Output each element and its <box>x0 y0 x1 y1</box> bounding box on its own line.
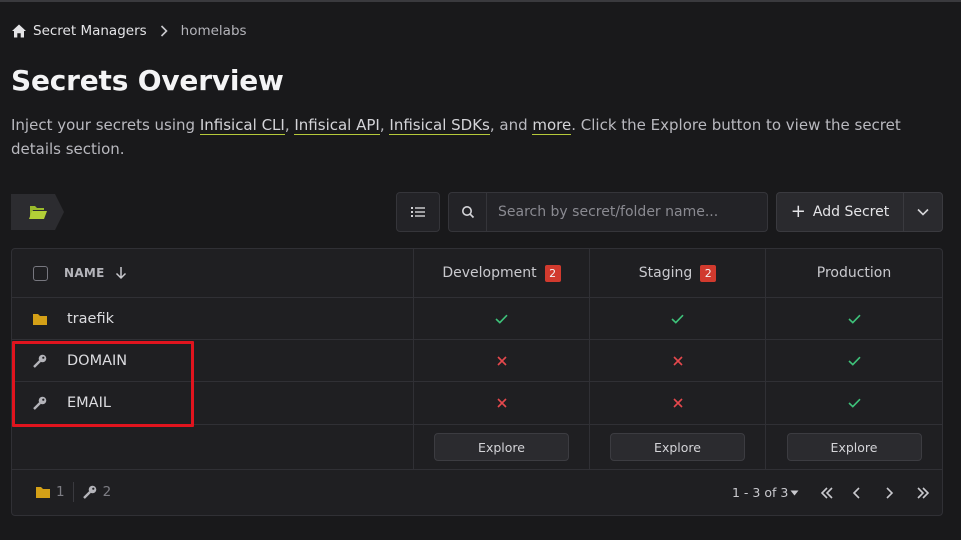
sort-arrow-down-icon[interactable] <box>115 266 127 280</box>
status-cell <box>590 340 766 381</box>
check-icon <box>847 398 861 408</box>
check-icon <box>847 356 861 366</box>
add-secret-label: Add Secret <box>812 204 890 220</box>
cross-icon <box>496 398 507 408</box>
select-all-checkbox[interactable] <box>33 265 48 281</box>
breadcrumb-item-secret-managers[interactable]: Secret Managers <box>33 23 147 39</box>
missing-count-badge: 2 <box>544 264 561 282</box>
status-cell <box>590 298 766 339</box>
env-name: Development <box>442 265 537 281</box>
status-cell <box>590 382 766 424</box>
explore-cell: Explore <box>414 425 590 469</box>
link-infisical-cli[interactable]: Infisical CLI <box>199 116 285 135</box>
folder-icon <box>35 485 51 499</box>
check-icon <box>495 314 508 324</box>
cross-icon <box>496 355 507 366</box>
pagination-range[interactable]: 1 - 3 of 3 <box>732 485 788 500</box>
link-infisical-sdks[interactable]: Infisical SDKs <box>389 116 490 135</box>
table-row-folder-traefik[interactable]: traefik <box>12 298 942 340</box>
status-cell <box>766 298 942 339</box>
env-header-development: Development 2 <box>414 249 590 297</box>
env-header-staging: Staging 2 <box>590 249 766 297</box>
breadcrumb: Secret Managers homelabs <box>11 20 247 42</box>
description-separator: , <box>379 116 390 134</box>
home-icon[interactable] <box>11 23 27 39</box>
folder-count: 1 <box>56 484 65 500</box>
description-separator: , <box>284 116 295 134</box>
description-prefix: Inject your secrets using <box>11 116 200 134</box>
status-cell <box>414 382 590 424</box>
search-box <box>448 192 768 232</box>
check-icon <box>847 314 861 324</box>
name-cell: traefik <box>12 298 414 339</box>
next-page-icon[interactable] <box>879 483 899 503</box>
annotation-highlight-box <box>12 341 194 427</box>
env-header-production: Production <box>766 249 942 297</box>
explore-production-button[interactable]: Explore <box>786 433 922 461</box>
caret-down-icon[interactable] <box>790 490 799 496</box>
name-header-label[interactable]: NAME <box>64 266 105 280</box>
search-icon <box>449 193 487 231</box>
folder-icon <box>32 311 48 327</box>
empty-cell <box>12 425 414 469</box>
page-description: Inject your secrets using Infisical CLI,… <box>11 113 931 161</box>
list-view-button[interactable] <box>396 192 440 232</box>
first-page-icon[interactable] <box>817 483 837 503</box>
status-cell <box>414 340 590 381</box>
status-cell <box>414 298 590 339</box>
check-icon <box>671 314 684 324</box>
previous-page-icon[interactable] <box>847 483 867 503</box>
add-secret-dropdown-button[interactable] <box>904 193 942 231</box>
link-infisical-api[interactable]: Infisical API <box>294 116 380 135</box>
env-name: Staging <box>638 265 693 281</box>
cross-icon <box>672 355 683 366</box>
folder-name: traefik <box>67 310 114 327</box>
item-counts: 1 2 <box>35 482 111 502</box>
env-name: Production <box>816 265 892 281</box>
folder-path-root[interactable] <box>11 194 65 230</box>
add-secret-button[interactable]: + Add Secret <box>777 193 904 231</box>
add-secret-group: + Add Secret <box>776 192 943 232</box>
status-cell <box>766 340 942 381</box>
last-page-icon[interactable] <box>913 483 933 503</box>
explore-development-button[interactable]: Explore <box>434 433 569 461</box>
missing-count-badge: 2 <box>700 264 717 282</box>
list-icon <box>411 207 425 217</box>
search-input[interactable] <box>487 193 767 231</box>
divider <box>72 482 74 502</box>
key-icon <box>82 484 98 500</box>
explore-row: Explore Explore Explore <box>12 425 942 470</box>
plus-icon: + <box>790 201 806 222</box>
status-cell <box>766 382 942 424</box>
description-separator: , and <box>489 116 533 134</box>
explore-cell: Explore <box>590 425 766 469</box>
breadcrumb-item-homelabs[interactable]: homelabs <box>181 23 247 39</box>
secret-count: 2 <box>102 484 112 500</box>
table-footer: 1 2 1 - 3 of 3 <box>12 470 942 515</box>
explore-staging-button[interactable]: Explore <box>610 433 745 461</box>
table-header-row: NAME Development 2 Staging 2 Production <box>12 249 942 298</box>
chevron-right-icon <box>157 24 171 38</box>
chevron-down-icon <box>917 208 929 216</box>
link-more[interactable]: more <box>532 116 572 135</box>
explore-cell: Explore <box>766 425 942 469</box>
page-title: Secrets Overview <box>11 64 284 97</box>
cross-icon <box>672 398 683 408</box>
name-column-header: NAME <box>12 249 414 297</box>
